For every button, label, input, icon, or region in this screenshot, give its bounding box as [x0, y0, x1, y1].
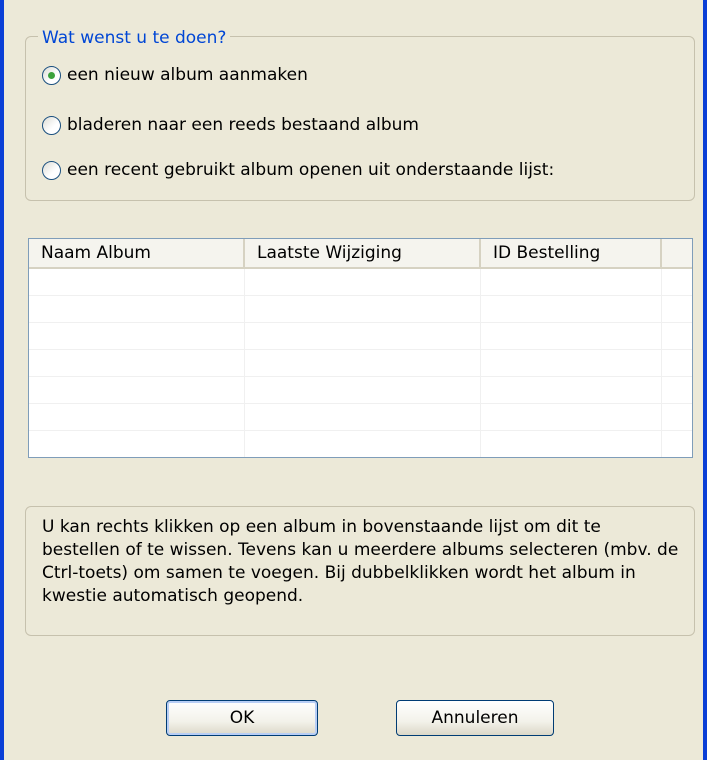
radio-new-album-label[interactable]: een nieuw album aanmaken — [67, 65, 308, 85]
ok-button[interactable]: OK — [166, 700, 318, 736]
radio-browse-album[interactable]: bladeren naar een reeds bestaand album — [42, 113, 419, 137]
radio-browse-album-label[interactable]: bladeren naar een reeds bestaand album — [67, 115, 419, 135]
column-header-id-bestelling[interactable]: ID Bestelling — [481, 239, 662, 267]
radio-button-icon[interactable] — [42, 115, 61, 135]
column-header-laatste-wijziging[interactable]: Laatste Wijziging — [245, 239, 481, 267]
table-row — [29, 350, 692, 377]
window-right-border — [703, 0, 707, 760]
radio-recent-album-label[interactable]: een recent gebruikt album openen uit ond… — [67, 160, 554, 180]
options-group-legend: Wat wenst u te doen? — [38, 28, 231, 48]
radio-recent-album[interactable]: een recent gebruikt album openen uit ond… — [42, 158, 554, 182]
table-row — [29, 431, 692, 457]
info-text: U kan rechts klikken op een album in bov… — [42, 517, 679, 606]
column-header-naam-album[interactable]: Naam Album — [29, 239, 245, 267]
album-list[interactable]: Naam Album Laatste Wijziging ID Bestelli… — [28, 238, 693, 458]
radio-new-album[interactable]: een nieuw album aanmaken — [42, 63, 308, 87]
table-row — [29, 323, 692, 350]
column-header-filler — [662, 239, 692, 267]
album-list-body[interactable] — [29, 269, 692, 457]
radio-button-icon[interactable] — [42, 160, 61, 180]
radio-button-selected-icon[interactable] — [42, 65, 61, 85]
album-list-header: Naam Album Laatste Wijziging ID Bestelli… — [29, 239, 692, 269]
table-row — [29, 404, 692, 431]
table-row — [29, 377, 692, 404]
table-row — [29, 269, 692, 296]
cancel-button[interactable]: Annuleren — [396, 700, 554, 736]
table-row — [29, 296, 692, 323]
window-left-border — [0, 0, 4, 760]
